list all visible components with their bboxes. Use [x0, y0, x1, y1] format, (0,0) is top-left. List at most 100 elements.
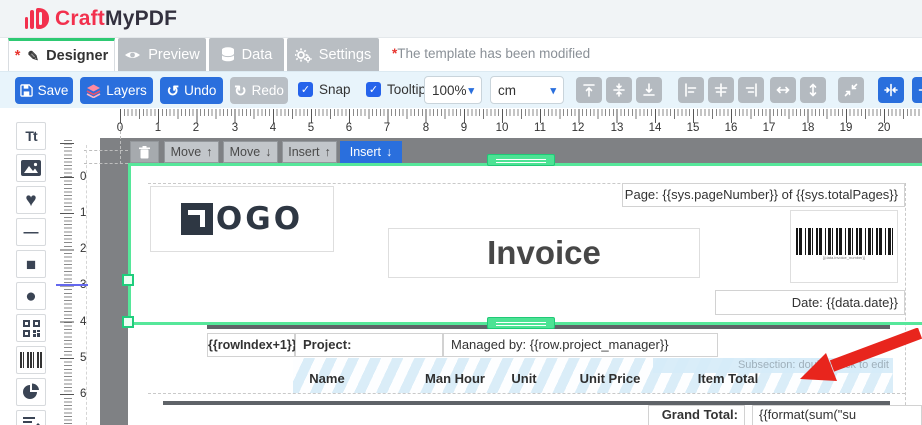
barcode-bars [796, 228, 894, 255]
insert-section-below-button[interactable]: Insert↓ [340, 141, 402, 163]
column-unit: Unit [511, 371, 536, 386]
brand-name: CraftMyPDF [55, 7, 177, 31]
align-right-button[interactable] [738, 77, 764, 103]
check-icon: ✓ [366, 82, 381, 97]
design-canvas[interactable]: OGO Page: {{sys.pageNumber}} of {{sys.to… [100, 138, 922, 425]
resize-handle-top-center[interactable] [487, 154, 555, 166]
square-icon: ■ [26, 256, 36, 273]
margin-guide-right [905, 183, 906, 425]
layers-icon [86, 84, 101, 98]
barcode-caption: {{data.invoice_number}} [791, 255, 897, 260]
distribute-horizontal-button[interactable] [878, 77, 904, 103]
save-button[interactable]: Save [15, 77, 73, 104]
compress-button[interactable] [838, 77, 864, 103]
logo-text: OGO [216, 201, 303, 237]
tab-designer[interactable]: * ✎ Designer [8, 38, 115, 71]
arrow-up-icon: ↑ [206, 145, 212, 159]
distribute-vertical-button[interactable] [912, 77, 922, 103]
align-left-button[interactable] [678, 77, 704, 103]
circle-icon: ● [25, 287, 36, 306]
app-header: CraftMyPDF [0, 0, 922, 38]
redo-button[interactable]: ↻ Redo [230, 77, 288, 104]
logo-square-icon [181, 203, 213, 235]
tab-data-label: Data [242, 47, 273, 63]
align-top-button[interactable] [576, 77, 602, 103]
arrow-down-icon: ↓ [265, 145, 271, 159]
row-index-cell[interactable]: {{rowIndex+1}} [207, 333, 295, 357]
align-horizontal-center-button[interactable] [708, 77, 734, 103]
red-arrow-annotation [790, 328, 922, 384]
barcode-icon [20, 352, 42, 368]
heart-icon: ♥ [25, 191, 36, 210]
modified-notice: *The template has been modified [392, 46, 590, 61]
shape-heart-button[interactable]: ♥ [16, 186, 46, 214]
column-name: Name [309, 371, 344, 386]
tab-preview[interactable]: Preview [118, 38, 206, 71]
delete-section-button[interactable] [130, 141, 159, 163]
snap-checkbox[interactable]: ✓ Snap [298, 82, 351, 97]
tooltip-label: Tooltip [387, 82, 426, 97]
zoom-select[interactable]: 100% ▾ [424, 76, 482, 104]
column-unit-price: Unit Price [580, 371, 641, 386]
text-icon: Tt [25, 128, 36, 144]
tab-bar: * ✎ Designer Preview Data Settings *The … [0, 38, 922, 71]
project-cell[interactable]: Project: {{row.project}} [295, 333, 443, 357]
move-section-down-button[interactable]: Move↓ [223, 141, 278, 163]
managed-by-cell[interactable]: Managed by: {{row.project_manager}} [443, 333, 718, 357]
qrcode-tool-button[interactable] [16, 314, 46, 342]
unit-value: cm [498, 83, 516, 98]
modified-asterisk: * [15, 48, 21, 64]
invoice-title-element[interactable]: Invoice [388, 228, 700, 278]
date-element[interactable]: Date: {{data.date}} [715, 290, 905, 315]
eye-icon [124, 49, 141, 61]
rich-text-tool-button[interactable] [16, 410, 46, 425]
text-tool-button[interactable]: Tt [16, 122, 46, 150]
barcode-tool-button[interactable] [16, 346, 46, 374]
chevron-down-icon: ▾ [468, 84, 474, 97]
logo-element[interactable]: OGO [150, 186, 334, 252]
tab-data[interactable]: Data [209, 38, 284, 71]
move-section-up-button[interactable]: Move↑ [164, 141, 219, 163]
section-guide-bottom [148, 393, 905, 394]
tab-settings[interactable]: Settings [287, 38, 379, 71]
barcode-element[interactable]: {{data.invoice_number}} [790, 210, 898, 283]
tab-preview-label: Preview [148, 47, 200, 63]
resize-handle-bottom-center[interactable] [487, 317, 555, 329]
redo-icon: ↻ [234, 82, 247, 100]
insert-section-above-button[interactable]: Insert↑ [282, 141, 337, 163]
grand-total-value-cell[interactable]: {{format(sum("su [752, 405, 922, 425]
template-page[interactable]: OGO Page: {{sys.pageNumber}} of {{sys.to… [128, 165, 922, 425]
tooltip-checkbox[interactable]: ✓ Tooltip [366, 82, 426, 97]
guide-line [86, 145, 87, 425]
shape-circle-button[interactable]: ● [16, 282, 46, 310]
resize-handle-left[interactable] [122, 274, 134, 286]
vertical-ruler: 0 1 2 3 4 5 6 [56, 138, 100, 425]
snap-label: Snap [319, 82, 351, 97]
image-tool-button[interactable] [16, 154, 46, 182]
line-icon: — [24, 224, 39, 241]
match-width-button[interactable] [770, 77, 796, 103]
ruler-position-indicator [56, 284, 88, 286]
guide-line [84, 150, 128, 151]
arrow-down-icon: ↓ [386, 145, 392, 159]
align-vertical-center-button[interactable] [606, 77, 632, 103]
column-man-hour: Man Hour [425, 371, 485, 386]
page-number-element[interactable]: Page: {{sys.pageNumber}} of {{sys.totalP… [622, 183, 905, 207]
pie-chart-icon [22, 383, 40, 401]
shape-line-button[interactable]: — [16, 218, 46, 246]
element-sidebar: Tt ♥ — ■ ● [0, 112, 56, 425]
match-height-button[interactable] [800, 77, 826, 103]
chart-tool-button[interactable] [16, 378, 46, 406]
undo-button[interactable]: ↺ Undo [160, 77, 223, 104]
gears-icon [295, 47, 312, 63]
tab-settings-label: Settings [319, 47, 371, 63]
shape-rectangle-button[interactable]: ■ [16, 250, 46, 278]
resize-handle-bottom-left[interactable] [122, 316, 134, 328]
align-bottom-button[interactable] [636, 77, 662, 103]
grand-total-label-cell[interactable]: Grand Total: [648, 405, 745, 425]
floppy-icon [20, 84, 33, 97]
unit-select[interactable]: cm ▾ [490, 76, 564, 104]
database-icon [221, 47, 235, 62]
check-icon: ✓ [298, 82, 313, 97]
layers-button[interactable]: Layers [80, 77, 153, 104]
